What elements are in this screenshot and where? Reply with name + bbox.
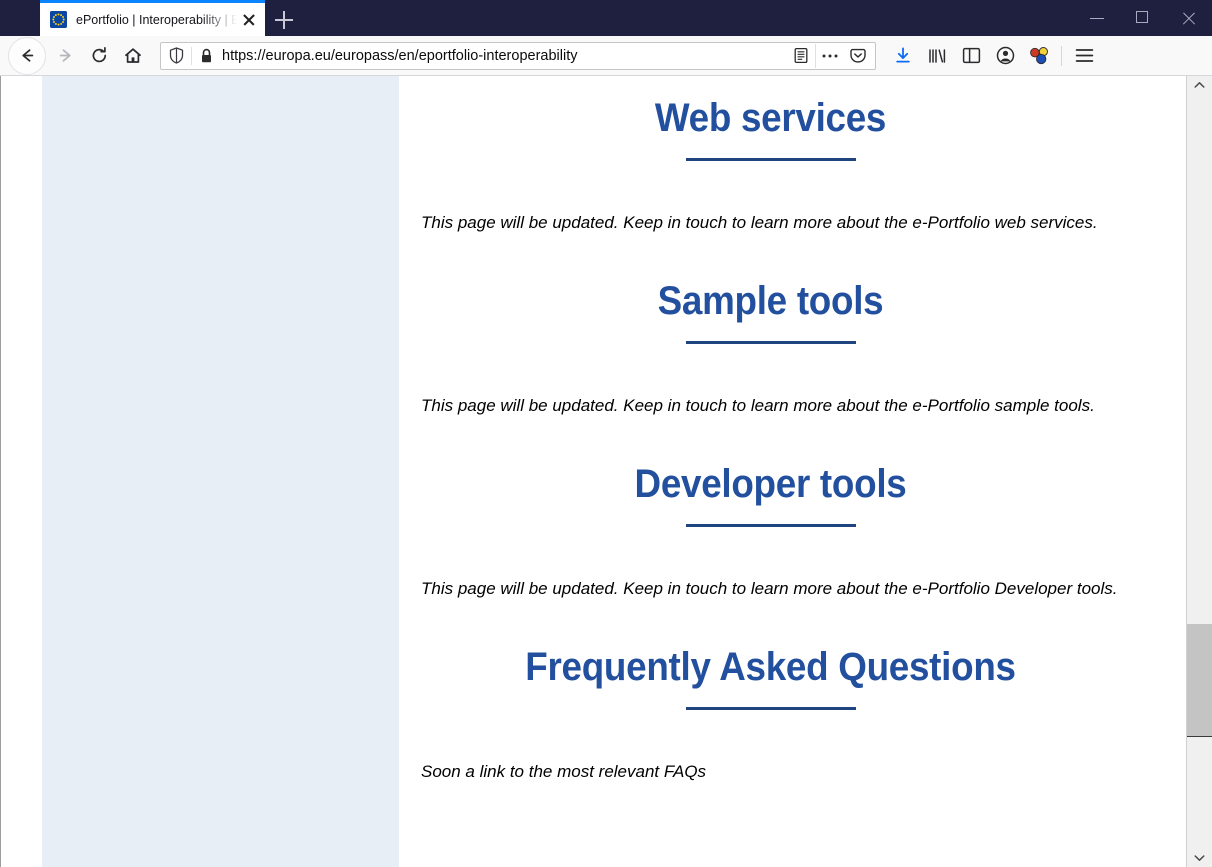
eu-flag-icon xyxy=(50,11,67,28)
extension-spheres-icon[interactable] xyxy=(1022,41,1056,71)
section-developer-tools: Developer tools This page will be update… xyxy=(421,461,1120,604)
section-body-text: This page will be updated. Keep in touch… xyxy=(421,396,1095,415)
padlock-icon[interactable] xyxy=(192,48,220,64)
reader-view-icon[interactable] xyxy=(787,44,815,68)
browser-tab[interactable]: ePortfolio | Interoperability | Eu xyxy=(40,0,265,36)
tab-strip: ePortfolio | Interoperability | Eu xyxy=(0,0,1074,36)
hamburger-menu-icon[interactable] xyxy=(1067,41,1101,71)
address-bar-actions xyxy=(787,43,875,68)
section-sample-tools: Sample tools This page will be updated. … xyxy=(421,278,1120,421)
page-viewport: Web services This page will be updated. … xyxy=(0,76,1212,867)
address-bar[interactable]: https://europa.eu/europass/en/eportfolio… xyxy=(160,41,876,70)
navigation-toolbar: https://europa.eu/europass/en/eportfolio… xyxy=(0,36,1212,76)
scroll-up-arrow-icon[interactable] xyxy=(1187,76,1212,94)
close-window-button[interactable] xyxy=(1166,0,1212,36)
section-faq: Frequently Asked Questions Soon a link t… xyxy=(421,644,1120,787)
browser-window: ePortfolio | Interoperability | Eu https… xyxy=(0,0,1212,867)
downloads-arrow-icon[interactable] xyxy=(886,41,920,71)
sidebar-icon[interactable] xyxy=(954,41,988,71)
browser-toolbar-icons xyxy=(886,41,1101,71)
tab-close-icon[interactable] xyxy=(239,10,259,30)
new-tab-button[interactable] xyxy=(265,3,303,36)
page-left-gutter xyxy=(1,76,42,867)
forward-button xyxy=(48,41,82,71)
section-heading: Developer tools xyxy=(634,462,907,506)
section-body-text: This page will be updated. Keep in touch… xyxy=(421,579,1118,598)
home-button[interactable] xyxy=(116,41,150,71)
section-heading: Frequently Asked Questions xyxy=(525,645,1016,689)
minimize-button[interactable] xyxy=(1074,0,1120,36)
scrollbar-track[interactable] xyxy=(1187,94,1212,849)
section-web-services: Web services This page will be updated. … xyxy=(421,76,1120,238)
tracking-protection-shield-icon[interactable] xyxy=(161,46,192,65)
page-actions-ellipsis-icon[interactable] xyxy=(815,43,844,68)
window-controls xyxy=(1074,0,1212,36)
url-text[interactable]: https://europa.eu/europass/en/eportfolio… xyxy=(220,46,787,66)
scrollbar-thumb[interactable] xyxy=(1187,624,1212,737)
tab-title: ePortfolio | Interoperability | Eu xyxy=(76,12,237,27)
section-heading: Sample tools xyxy=(657,279,884,323)
toolbar-divider xyxy=(1061,45,1062,66)
page-main-content: Web services This page will be updated. … xyxy=(399,76,1186,867)
page-scrollbar[interactable] xyxy=(1186,76,1212,867)
library-icon[interactable] xyxy=(920,41,954,71)
title-bar: ePortfolio | Interoperability | Eu xyxy=(0,0,1212,36)
save-to-pocket-icon[interactable] xyxy=(844,44,872,68)
section-body-text: This page will be updated. Keep in touch… xyxy=(421,213,1098,232)
section-body-text: Soon a link to the most relevant FAQs xyxy=(421,762,707,781)
maximize-button[interactable] xyxy=(1120,0,1166,36)
scroll-down-arrow-icon[interactable] xyxy=(1187,849,1212,867)
section-heading: Web services xyxy=(654,96,887,140)
web-page: Web services This page will be updated. … xyxy=(1,76,1186,867)
back-button[interactable] xyxy=(8,36,46,75)
reload-button[interactable] xyxy=(82,41,116,71)
account-avatar-icon[interactable] xyxy=(988,41,1022,71)
page-side-panel xyxy=(42,76,399,867)
